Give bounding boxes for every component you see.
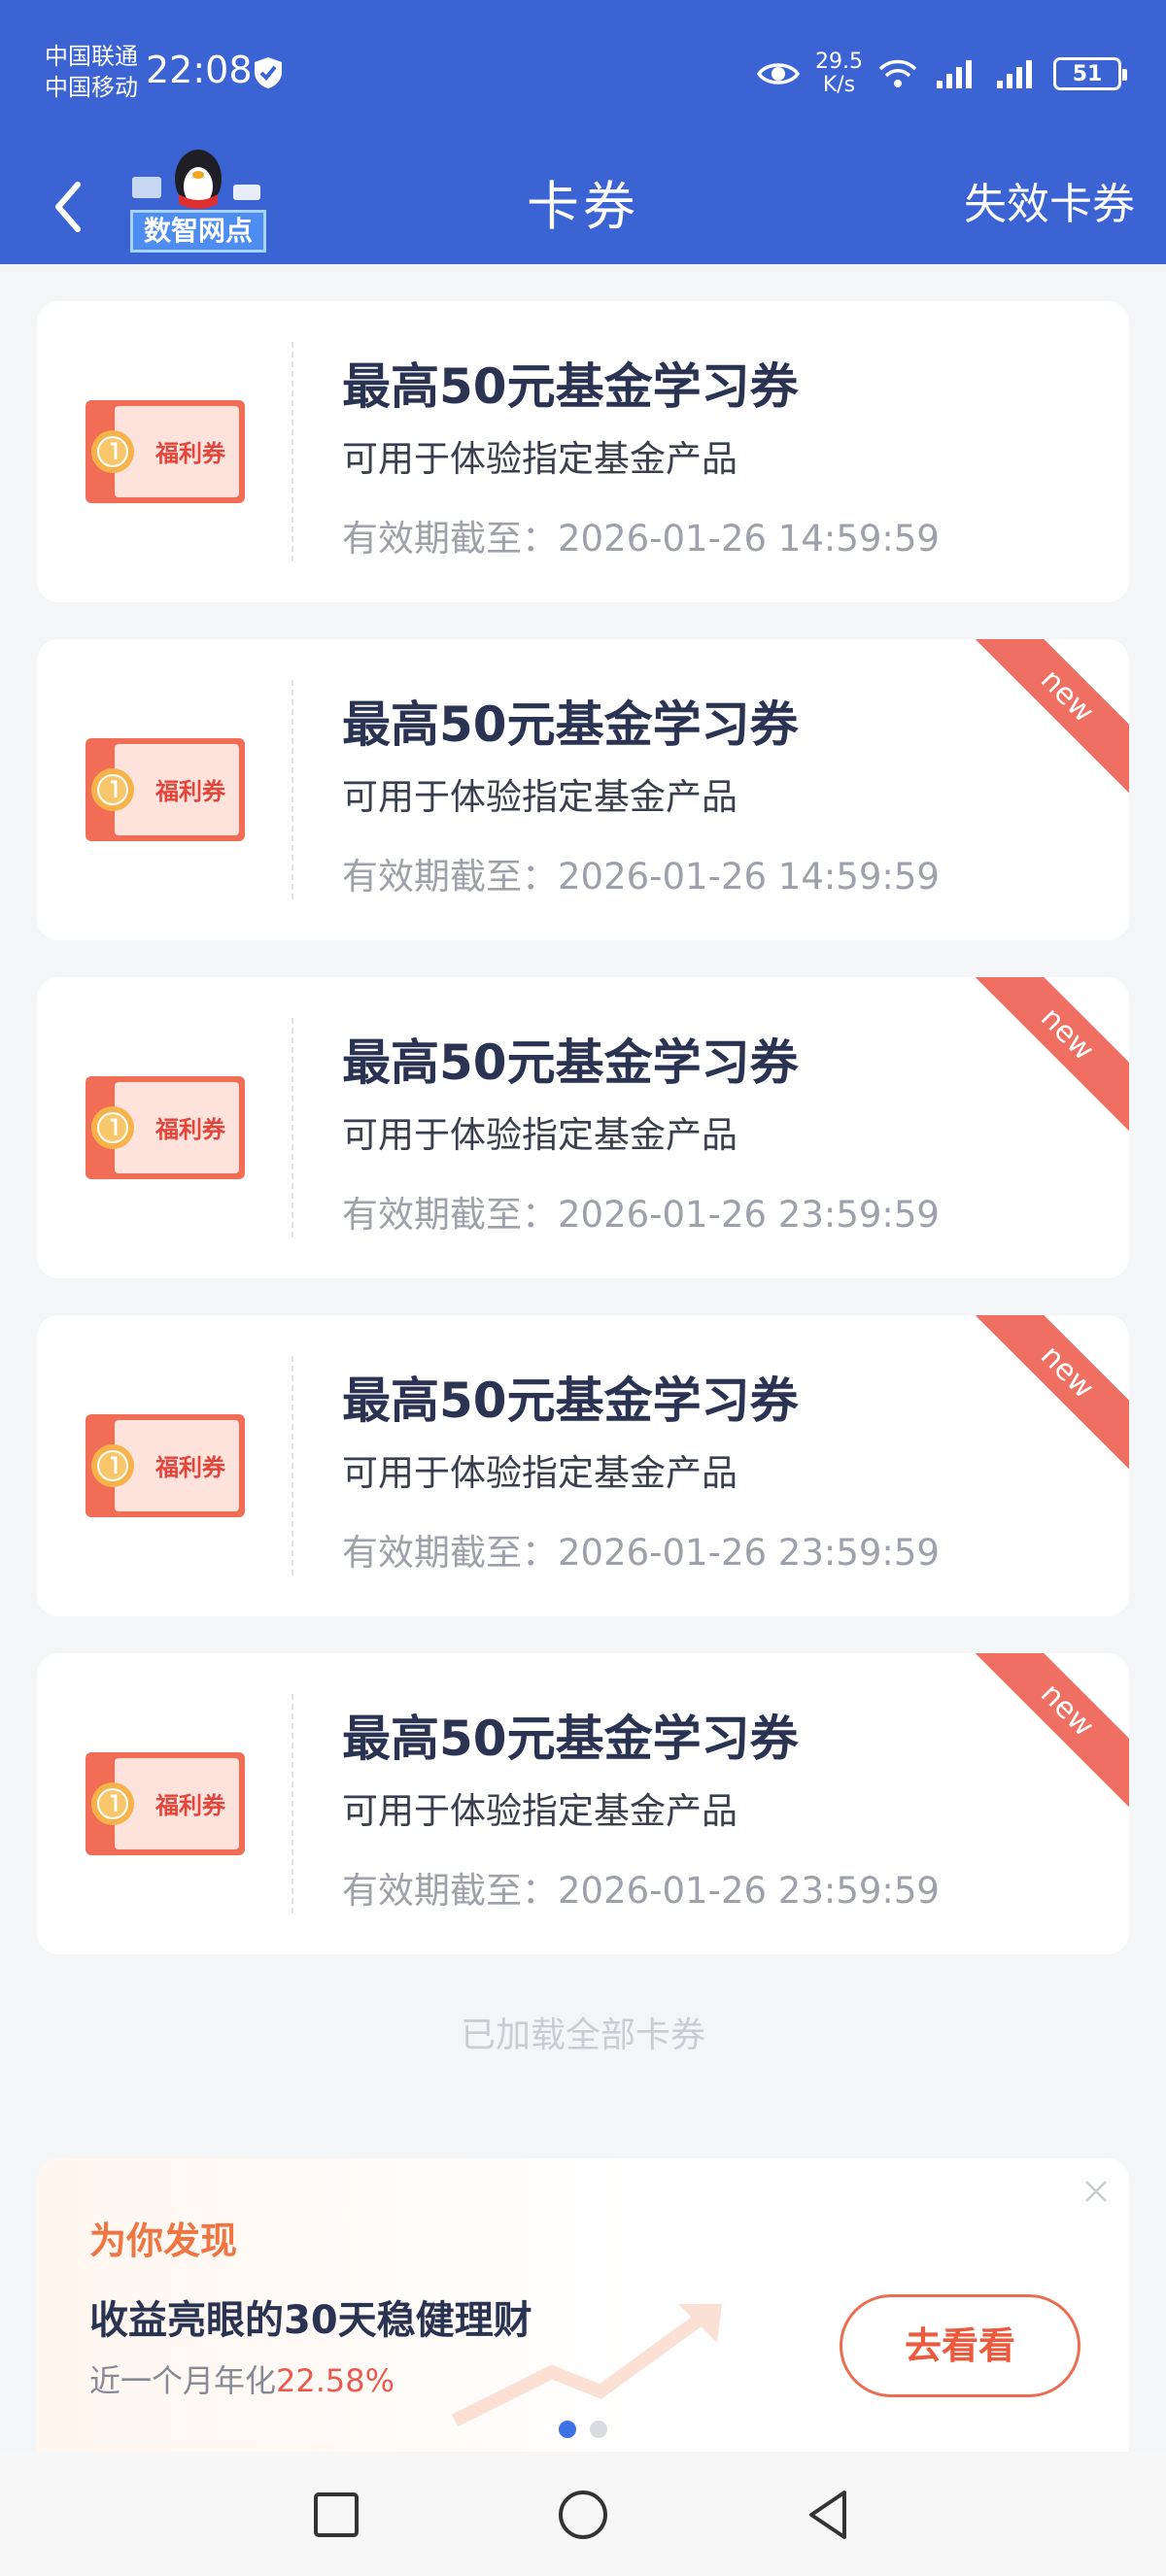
loaded-all-text: 已加载全部卡券: [460, 2016, 705, 2055]
view-button[interactable]: 去看看: [840, 2294, 1080, 2397]
ticket-label: 福利券: [154, 1116, 226, 1143]
ticket-label: 福利券: [154, 1792, 226, 1819]
nav-bar: 数智网点 卡券 失效卡券: [0, 146, 1166, 264]
carousel-dot[interactable]: [590, 2421, 607, 2438]
network-speed: 29.5 K/s: [815, 51, 863, 97]
new-badge: new: [967, 1653, 1129, 1811]
coupon-card[interactable]: 福利券 最高50元基金学习券 可用于体验指定基金产品 有效期截至：2026-01…: [37, 639, 1129, 940]
signal-icon: [937, 60, 972, 88]
promo-rate-prefix: 近一个月年化: [89, 2362, 277, 2399]
carrier-1: 中国联通: [45, 43, 138, 70]
coupon-expiry: 有效期截至：2026-01-26 14:59:59: [342, 518, 940, 559]
app-logo: 数智网点: [126, 146, 270, 253]
logo-text: 数智网点: [130, 210, 266, 253]
coupon-title: 最高50元基金学习券: [342, 1373, 799, 1429]
coupon-description: 可用于体验指定基金产品: [342, 1114, 737, 1156]
coupon-description: 可用于体验指定基金产品: [342, 1452, 737, 1494]
coupon-list: 福利券 最高50元基金学习券 可用于体验指定基金产品 有效期截至：2026-01…: [37, 301, 1129, 1991]
dashed-divider: [292, 680, 293, 899]
coupon-card[interactable]: 福利券 最高50元基金学习券 可用于体验指定基金产品 有效期截至：2026-01…: [37, 1315, 1129, 1616]
speed-unit: K/s: [822, 73, 856, 97]
coupon-expiry: 有效期截至：2026-01-26 23:59:59: [342, 1532, 940, 1574]
ticket-label: 福利券: [154, 440, 226, 467]
new-badge: new: [967, 1315, 1129, 1473]
welfare-ticket-icon: 福利券: [86, 1076, 245, 1179]
new-badge: new: [967, 977, 1129, 1135]
coupon-title: 最高50元基金学习券: [342, 696, 799, 753]
carrier-2: 中国移动: [45, 74, 138, 101]
promo-rate-value: 22.58%: [276, 2362, 395, 2399]
coupon-title: 最高50元基金学习券: [342, 358, 799, 415]
promo-heading: 为你发现: [89, 2220, 238, 2262]
promo-title: 收益亮眼的30天稳健理财: [89, 2298, 532, 2343]
promo-rate-line: 近一个月年化22.58%: [89, 2356, 394, 2401]
app-header: 中国联通 中国移动 22:08 29.5 K/s 51 数智网点 卡券 失效卡券: [0, 0, 1166, 264]
clock: 22:08: [146, 49, 253, 91]
welfare-ticket-icon: 福利券: [86, 1752, 245, 1855]
back-button[interactable]: [39, 163, 107, 251]
status-bar: 中国联通 中国移动 22:08 29.5 K/s 51: [0, 0, 1166, 146]
wifi-icon: [878, 59, 917, 87]
welfare-ticket-icon: 福利券: [86, 400, 245, 503]
eye-icon: [757, 63, 801, 85]
recent-apps-button[interactable]: [304, 2483, 368, 2547]
coupon-expiry: 有效期截至：2026-01-26 14:59:59: [342, 856, 940, 898]
penguin-mascot-icon: [132, 150, 260, 209]
carousel-dots: [37, 2421, 1129, 2438]
welfare-ticket-icon: 福利券: [86, 738, 245, 841]
battery-icon: 51: [1053, 57, 1127, 90]
coupon-expiry: 有效期截至：2026-01-26 23:59:59: [342, 1870, 940, 1912]
coupon-title: 最高50元基金学习券: [342, 1034, 799, 1091]
coupon-expiry: 有效期截至：2026-01-26 23:59:59: [342, 1194, 940, 1236]
welfare-ticket-icon: 福利券: [86, 1414, 245, 1517]
carousel-dot-active[interactable]: [559, 2421, 576, 2438]
back-nav-button[interactable]: [798, 2483, 862, 2547]
home-button[interactable]: [551, 2483, 615, 2547]
coupon-description: 可用于体验指定基金产品: [342, 438, 737, 480]
close-icon[interactable]: [1082, 2178, 1110, 2205]
coupon-card[interactable]: 福利券 最高50元基金学习券 可用于体验指定基金产品 有效期截至：2026-01…: [37, 1653, 1129, 1954]
speed-value: 29.5: [815, 50, 863, 74]
shield-check-icon: [255, 57, 282, 88]
coupon-title: 最高50元基金学习券: [342, 1711, 799, 1767]
coupon-description: 可用于体验指定基金产品: [342, 1790, 737, 1832]
coupon-card[interactable]: 福利券 最高50元基金学习券 可用于体验指定基金产品 有效期截至：2026-01…: [37, 977, 1129, 1278]
status-icons: 29.5 K/s 51: [757, 45, 1127, 103]
signal-icon-2: [997, 60, 1032, 88]
promo-card[interactable]: 为你发现 收益亮眼的30天稳健理财 近一个月年化22.58% 去看看: [37, 2158, 1129, 2459]
coupon-description: 可用于体验指定基金产品: [342, 776, 737, 818]
expired-coupons-link[interactable]: 失效卡券: [964, 169, 1135, 231]
ticket-label: 福利券: [154, 778, 226, 805]
carrier-info: 中国联通 中国移动: [45, 41, 138, 103]
coupon-card[interactable]: 福利券 最高50元基金学习券 可用于体验指定基金产品 有效期截至：2026-01…: [37, 301, 1129, 602]
dashed-divider: [292, 1694, 293, 1914]
dashed-divider: [292, 342, 293, 561]
battery-level: 51: [1072, 61, 1103, 86]
ticket-label: 福利券: [154, 1454, 226, 1481]
new-badge: new: [967, 639, 1129, 797]
dashed-divider: [292, 1018, 293, 1237]
system-nav-bar: [0, 2452, 1166, 2576]
dashed-divider: [292, 1356, 293, 1576]
